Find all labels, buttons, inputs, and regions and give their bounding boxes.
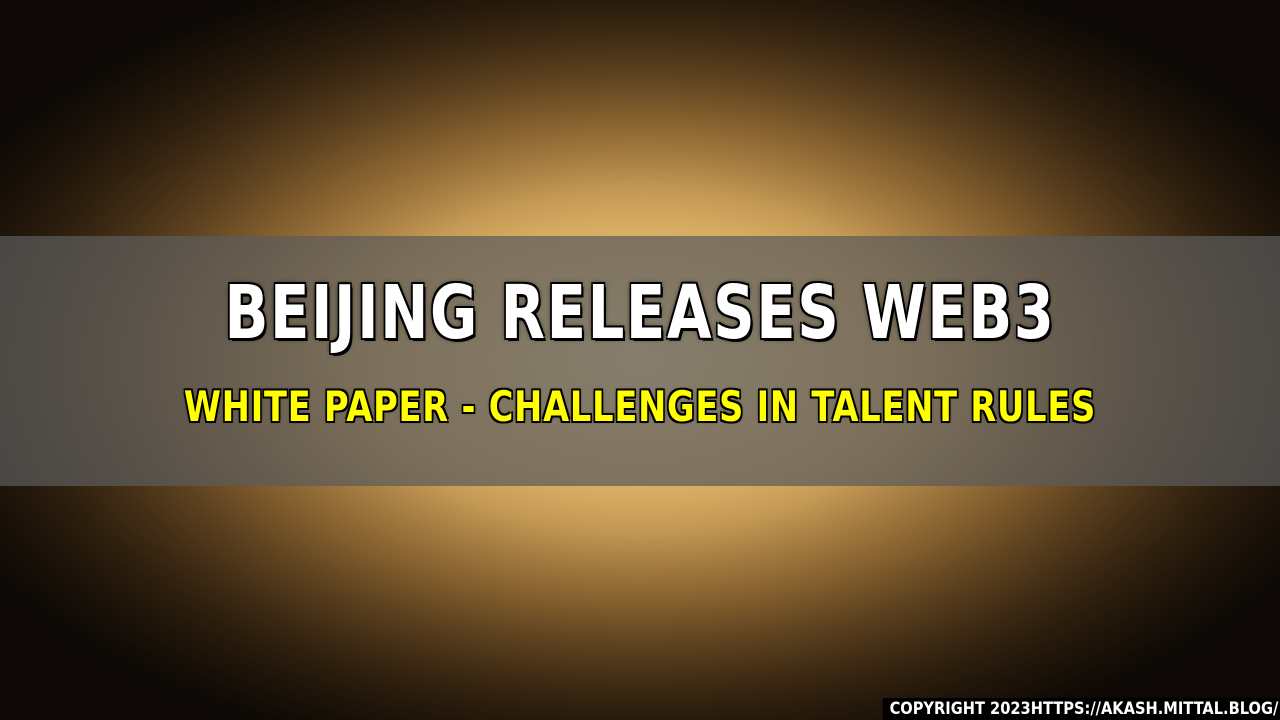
thumbnail-canvas: BEIJING RELEASES WEB3 WHITE PAPER - CHAL… (0, 0, 1280, 720)
copyright-notice: COPYRIGHT 2023HTTPS://AKASH.MITTAL.BLOG/ (882, 698, 1280, 720)
headline: BEIJING RELEASES WEB3 (224, 270, 1056, 356)
subheadline: WHITE PAPER - CHALLENGES IN TALENT RULES (183, 382, 1097, 431)
